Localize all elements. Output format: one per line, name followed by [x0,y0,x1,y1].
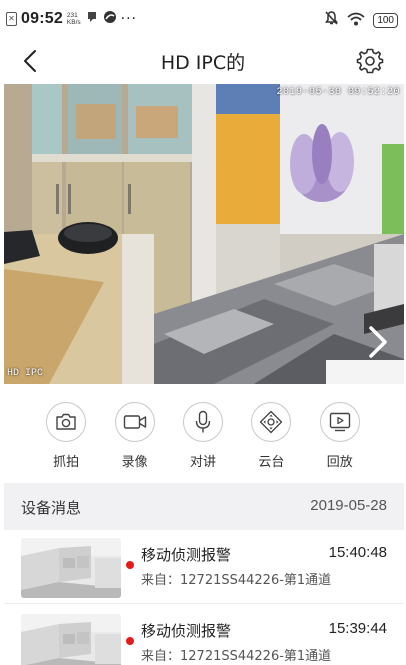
message-time: 15:39:44 [328,620,387,637]
unread-alert-dot [126,637,134,645]
playback-label: 回放 [326,455,353,470]
device-messages-title: 设备消息 [21,499,82,517]
alert-thumbnail[interactable] [21,614,121,665]
playback-button[interactable]: 回放 [312,384,368,480]
talk-label: 对讲 [189,455,216,470]
page-title: HD IPC的 [160,52,246,74]
playback-icon [329,412,350,432]
more-notifications-indicator: ··· [120,11,138,27]
ptz-button-circle [251,402,292,442]
video-channel-label: HD IPC [7,368,44,379]
control-bar: 抓拍 录像 对讲 云台 回放 [0,384,406,480]
app-notification-icon [103,10,117,28]
status-bar: ✕ 09:52 231 KB/s ··· 100 [0,0,406,38]
video-frame [4,84,404,384]
video-timestamp: 2019-05-30 09:52:20 [276,87,400,98]
unread-alert-dot [126,561,134,569]
alert-thumbnail[interactable] [21,538,121,598]
no-sim-icon: ✕ [6,12,17,26]
chevron-right-icon [369,326,387,358]
list-item[interactable]: 移动侦测报警 15:39:44 来自：12721SS44226-第1通道 [4,606,404,665]
message-time: 15:40:48 [328,544,387,561]
message-source: 来自：12721SS44226-第1通道 [141,573,332,588]
record-button-circle [114,402,155,442]
snapshot-label: 抓拍 [53,455,80,470]
ptz-label: 云台 [258,455,285,470]
talk-button[interactable]: 对讲 [175,384,231,480]
title-bar: HD IPC的 [0,38,406,84]
message-title: 移动侦测报警 [141,622,232,640]
microphone-icon [195,410,211,433]
record-button[interactable]: 录像 [107,384,163,480]
device-messages-header: 设备消息 2019-05-28 [4,483,404,530]
device-messages-date: 2019-05-28 [310,497,387,514]
ptz-button[interactable]: 云台 [243,384,299,480]
live-video-view[interactable]: 2019-05-30 09:52:20 HD IPC [4,84,404,384]
message-title: 移动侦测报警 [141,546,232,564]
battery-indicator: 100 [373,12,398,28]
video-camera-icon [123,415,146,429]
snapshot-button-circle [46,402,87,442]
gear-icon [356,48,384,74]
mute-icon [324,10,339,30]
talk-button-circle [182,402,223,442]
next-camera-button[interactable] [366,324,390,360]
wifi-icon [347,11,365,30]
network-speed-value: 231 [66,12,78,19]
ptz-direction-icon [260,410,283,434]
network-speed: 231 KB/s [67,12,81,26]
playback-button-circle [319,402,360,442]
list-item[interactable]: 移动侦测报警 15:40:48 来自：12721SS44226-第1通道 [4,530,404,604]
status-time: 09:52 [21,10,63,27]
camera-icon [56,413,76,430]
settings-button[interactable] [356,47,384,75]
notification-icon [85,10,99,28]
record-label: 录像 [121,455,148,470]
network-speed-unit: KB/s [66,19,81,26]
message-source: 来自：12721SS44226-第1通道 [141,649,332,664]
snapshot-button[interactable]: 抓拍 [38,384,94,480]
